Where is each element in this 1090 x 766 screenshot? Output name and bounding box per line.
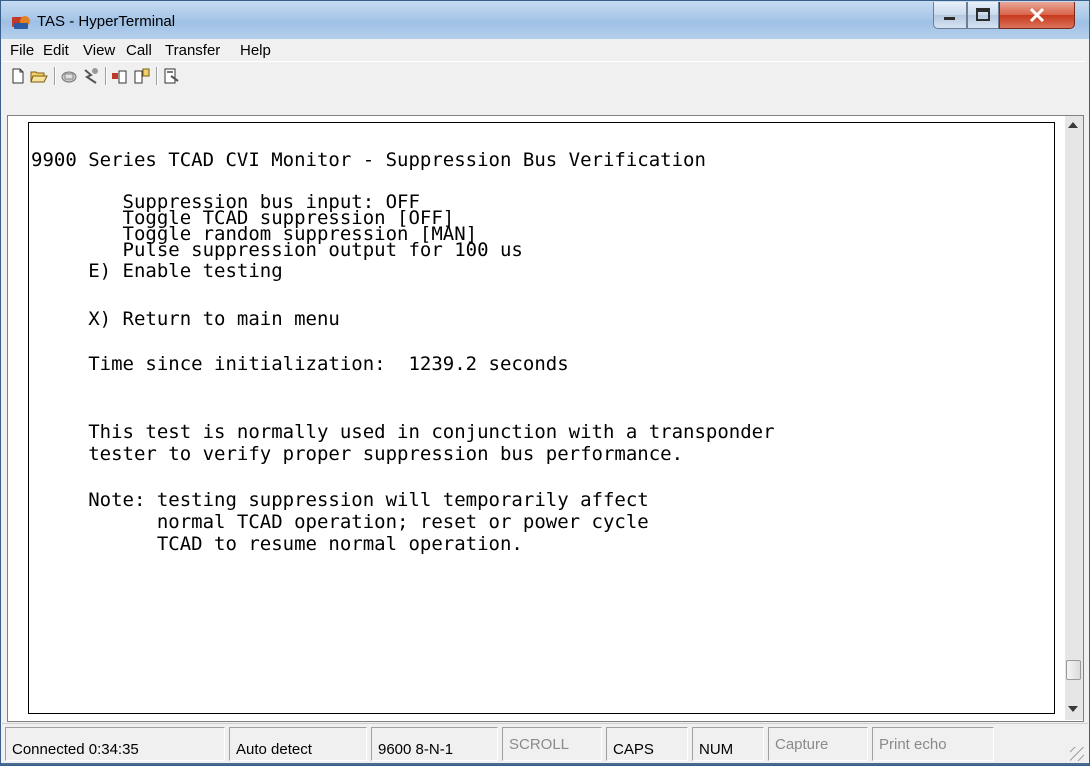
hyperterminal-window: TAS - HyperTerminal File Edit View Call … — [0, 0, 1090, 766]
toolbar-separator — [105, 67, 107, 85]
status-print-echo: Print echo — [872, 727, 994, 761]
open-folder-icon[interactable] — [30, 67, 48, 85]
menu-bar: File Edit View Call Transfer Help — [2, 39, 1086, 61]
status-bar: Connected 0:34:35 Auto detect 9600 8-N-1… — [2, 723, 1088, 765]
title-bar[interactable]: TAS - HyperTerminal — [1, 1, 1089, 39]
receive-file-icon[interactable] — [133, 67, 151, 85]
terminal-line: Note: testing suppression will temporari… — [31, 489, 649, 511]
toolbar-separator — [54, 67, 56, 85]
status-num: NUM — [692, 727, 764, 761]
menu-call[interactable]: Call — [126, 42, 152, 59]
status-scroll: SCROLL — [502, 727, 602, 761]
scroll-thumb[interactable] — [1066, 660, 1081, 680]
terminal-line: Time since initialization: 1239.2 second… — [31, 353, 569, 375]
scroll-down-arrow-icon[interactable] — [1068, 706, 1078, 712]
toolbar-separator — [156, 67, 158, 85]
minimize-button[interactable] — [933, 2, 967, 29]
terminal-line: TCAD to resume normal operation. — [31, 533, 523, 555]
terminal-line: X) Return to main menu — [31, 308, 340, 330]
hyperterminal-app-icon — [12, 16, 30, 29]
menu-view[interactable]: View — [83, 42, 115, 59]
terminal-screen[interactable]: 9900 Series TCAD CVI Monitor - Suppressi… — [28, 122, 1055, 714]
menu-transfer[interactable]: Transfer — [165, 42, 220, 59]
terminal-line: normal TCAD operation; reset or power cy… — [31, 511, 649, 533]
terminal-header: 9900 Series TCAD CVI Monitor - Suppressi… — [31, 149, 706, 171]
terminal-line: E) Enable testing — [31, 260, 283, 282]
status-caps: CAPS — [606, 727, 688, 761]
toolbar — [2, 61, 1086, 90]
window-bottom-border — [1, 763, 1089, 765]
menu-edit[interactable]: Edit — [43, 42, 69, 59]
status-detect: Auto detect — [229, 727, 367, 761]
maximize-button[interactable] — [967, 2, 999, 29]
maximize-icon — [976, 8, 990, 21]
terminal-line: tester to verify proper suppression bus … — [31, 443, 684, 465]
status-port-settings: 9600 8-N-1 — [371, 727, 498, 761]
send-file-icon[interactable] — [111, 67, 129, 85]
new-document-icon[interactable] — [9, 67, 27, 85]
menu-file[interactable]: File — [10, 42, 34, 59]
close-button[interactable] — [999, 2, 1075, 29]
minimize-icon — [944, 17, 955, 20]
status-capture: Capture — [768, 727, 868, 761]
vertical-scrollbar[interactable] — [1065, 116, 1083, 720]
terminal-line: This test is normally used in conjunctio… — [31, 421, 775, 443]
terminal-line: Pulse suppression output for 100 us — [31, 239, 523, 261]
menu-help[interactable]: Help — [240, 42, 271, 59]
status-connected: Connected 0:34:35 — [5, 727, 225, 761]
disconnect-icon[interactable] — [82, 67, 100, 85]
scroll-up-arrow-icon[interactable] — [1068, 122, 1078, 128]
resize-grip[interactable] — [1070, 747, 1084, 761]
close-icon — [1029, 7, 1045, 23]
call-phone-icon[interactable] — [60, 67, 78, 85]
window-title: TAS - HyperTerminal — [37, 13, 176, 30]
properties-icon[interactable] — [162, 67, 180, 85]
